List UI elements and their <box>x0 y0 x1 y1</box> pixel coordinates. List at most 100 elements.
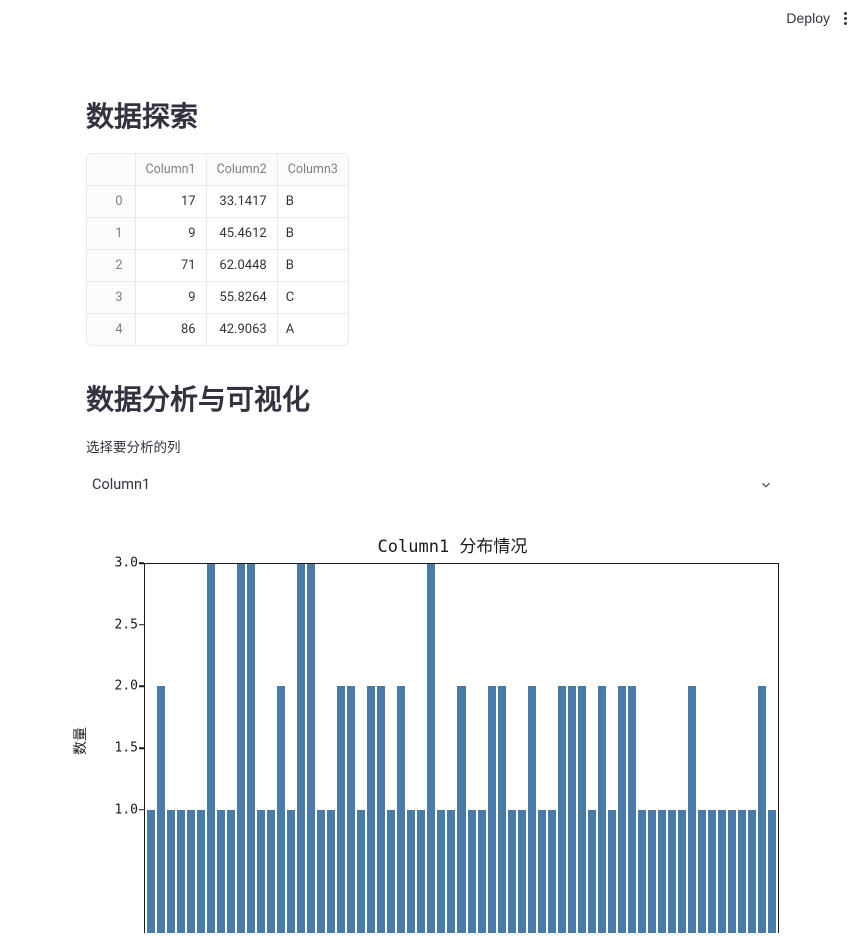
table-row[interactable]: 27162.0448B <box>87 250 348 282</box>
chart-bar <box>397 686 405 933</box>
topbar: Deploy <box>0 0 865 36</box>
chart-bar <box>457 686 465 933</box>
chart-bar <box>157 686 165 933</box>
main-content: 数据探索 Column1 Column2 Column3 01733.1417B… <box>0 0 865 933</box>
chart-bar <box>708 810 716 933</box>
table-row[interactable]: 3955.8264C <box>87 282 348 314</box>
table-cell: 2 <box>87 250 135 282</box>
chart-bar <box>387 810 395 933</box>
chart-bar <box>508 810 516 933</box>
chart-bar <box>528 686 536 933</box>
chart-bar <box>367 686 375 933</box>
table-cell: B <box>277 218 348 250</box>
table-cell: 4 <box>87 314 135 346</box>
chart-bar <box>327 810 335 933</box>
column-select[interactable]: Column1 <box>86 466 779 504</box>
chart-bar <box>427 563 435 933</box>
chart-plot-area <box>144 563 779 933</box>
table-header-col1: Column1 <box>135 154 206 186</box>
table-cell: 71 <box>135 250 206 282</box>
chart-bar <box>488 686 496 933</box>
chart-bar <box>437 810 445 933</box>
chart-bar <box>548 810 556 933</box>
table-cell: 1 <box>87 218 135 250</box>
chart-bar <box>618 686 626 933</box>
chart-bar <box>498 686 506 933</box>
chart-bar <box>227 810 235 933</box>
table-cell: 62.0448 <box>206 250 277 282</box>
chart-bar <box>287 810 295 933</box>
chart-bar <box>728 810 736 933</box>
chart-bar <box>337 686 345 933</box>
table-row[interactable]: 48642.9063A <box>87 314 348 346</box>
chart-bar <box>207 563 215 933</box>
table-header-index <box>87 154 135 186</box>
chart-title: Column1 分布情况 <box>126 532 779 557</box>
deploy-button[interactable]: Deploy <box>786 10 830 26</box>
chart-bar <box>217 810 225 933</box>
chart-bar <box>407 810 415 933</box>
data-table[interactable]: Column1 Column2 Column3 01733.1417B1945.… <box>86 153 349 346</box>
chart-bar <box>347 686 355 933</box>
chart-bar <box>568 686 576 933</box>
chart-ylabel: 数量 <box>70 727 90 755</box>
table-cell: 42.9063 <box>206 314 277 346</box>
chart-bars <box>145 563 778 933</box>
chart-ytick-label: 1.5 <box>115 741 138 756</box>
chart-bar <box>257 810 265 933</box>
chart-bar <box>377 686 385 933</box>
chart-bar <box>237 563 245 933</box>
chart-bar <box>417 810 425 933</box>
select-value: Column1 <box>92 476 150 493</box>
chart-ytick-label: 2.0 <box>115 679 138 694</box>
table-cell: 33.1417 <box>206 186 277 218</box>
chart-container: Column1 分布情况 1.0 1.5 2.0 2.5 3.0 <box>86 532 779 933</box>
chart-bar <box>307 563 315 933</box>
chart-bar <box>658 810 666 933</box>
table-row[interactable]: 01733.1417B <box>87 186 348 218</box>
chart-bar <box>317 810 325 933</box>
chart-ytick-label: 3.0 <box>115 556 138 571</box>
chart-bar <box>177 810 185 933</box>
chart-bar <box>678 810 686 933</box>
chart-bar <box>598 686 606 933</box>
chart-bar <box>668 810 676 933</box>
more-menu-icon[interactable] <box>844 12 847 25</box>
chart-bar <box>628 686 636 933</box>
chart-bar <box>267 810 275 933</box>
chart-ytick-label: 2.5 <box>115 617 138 632</box>
chart-bar <box>608 810 616 933</box>
chart-ytick-label: 1.0 <box>115 802 138 817</box>
chart-bar <box>768 810 776 933</box>
table-cell: 17 <box>135 186 206 218</box>
chart-bar <box>718 810 726 933</box>
table-cell: B <box>277 250 348 282</box>
chart-bar <box>738 810 746 933</box>
table-row[interactable]: 1945.4612B <box>87 218 348 250</box>
table-cell: B <box>277 186 348 218</box>
chart-bar <box>277 686 285 933</box>
chevron-down-icon <box>759 478 773 492</box>
select-label: 选择要分析的列 <box>86 436 779 456</box>
chart-bar <box>167 810 175 933</box>
chart-bar <box>638 810 646 933</box>
table-cell: 45.4612 <box>206 218 277 250</box>
heading-analysis: 数据分析与可视化 <box>86 378 779 418</box>
table-cell: 9 <box>135 218 206 250</box>
chart-bar <box>147 810 155 933</box>
chart-bar <box>748 810 756 933</box>
chart-bar <box>698 810 706 933</box>
chart-bar <box>588 810 596 933</box>
chart-bar <box>197 810 205 933</box>
chart-bar <box>578 686 586 933</box>
table-header-col3: Column3 <box>277 154 348 186</box>
heading-explore: 数据探索 <box>86 95 779 135</box>
chart-bar <box>447 810 455 933</box>
table-header-col2: Column2 <box>206 154 277 186</box>
chart-bar <box>648 810 656 933</box>
chart-bar <box>478 810 486 933</box>
table-cell: 9 <box>135 282 206 314</box>
chart-yticks: 1.01.52.02.53.0 <box>86 563 144 933</box>
table-cell: 86 <box>135 314 206 346</box>
table-cell: 55.8264 <box>206 282 277 314</box>
